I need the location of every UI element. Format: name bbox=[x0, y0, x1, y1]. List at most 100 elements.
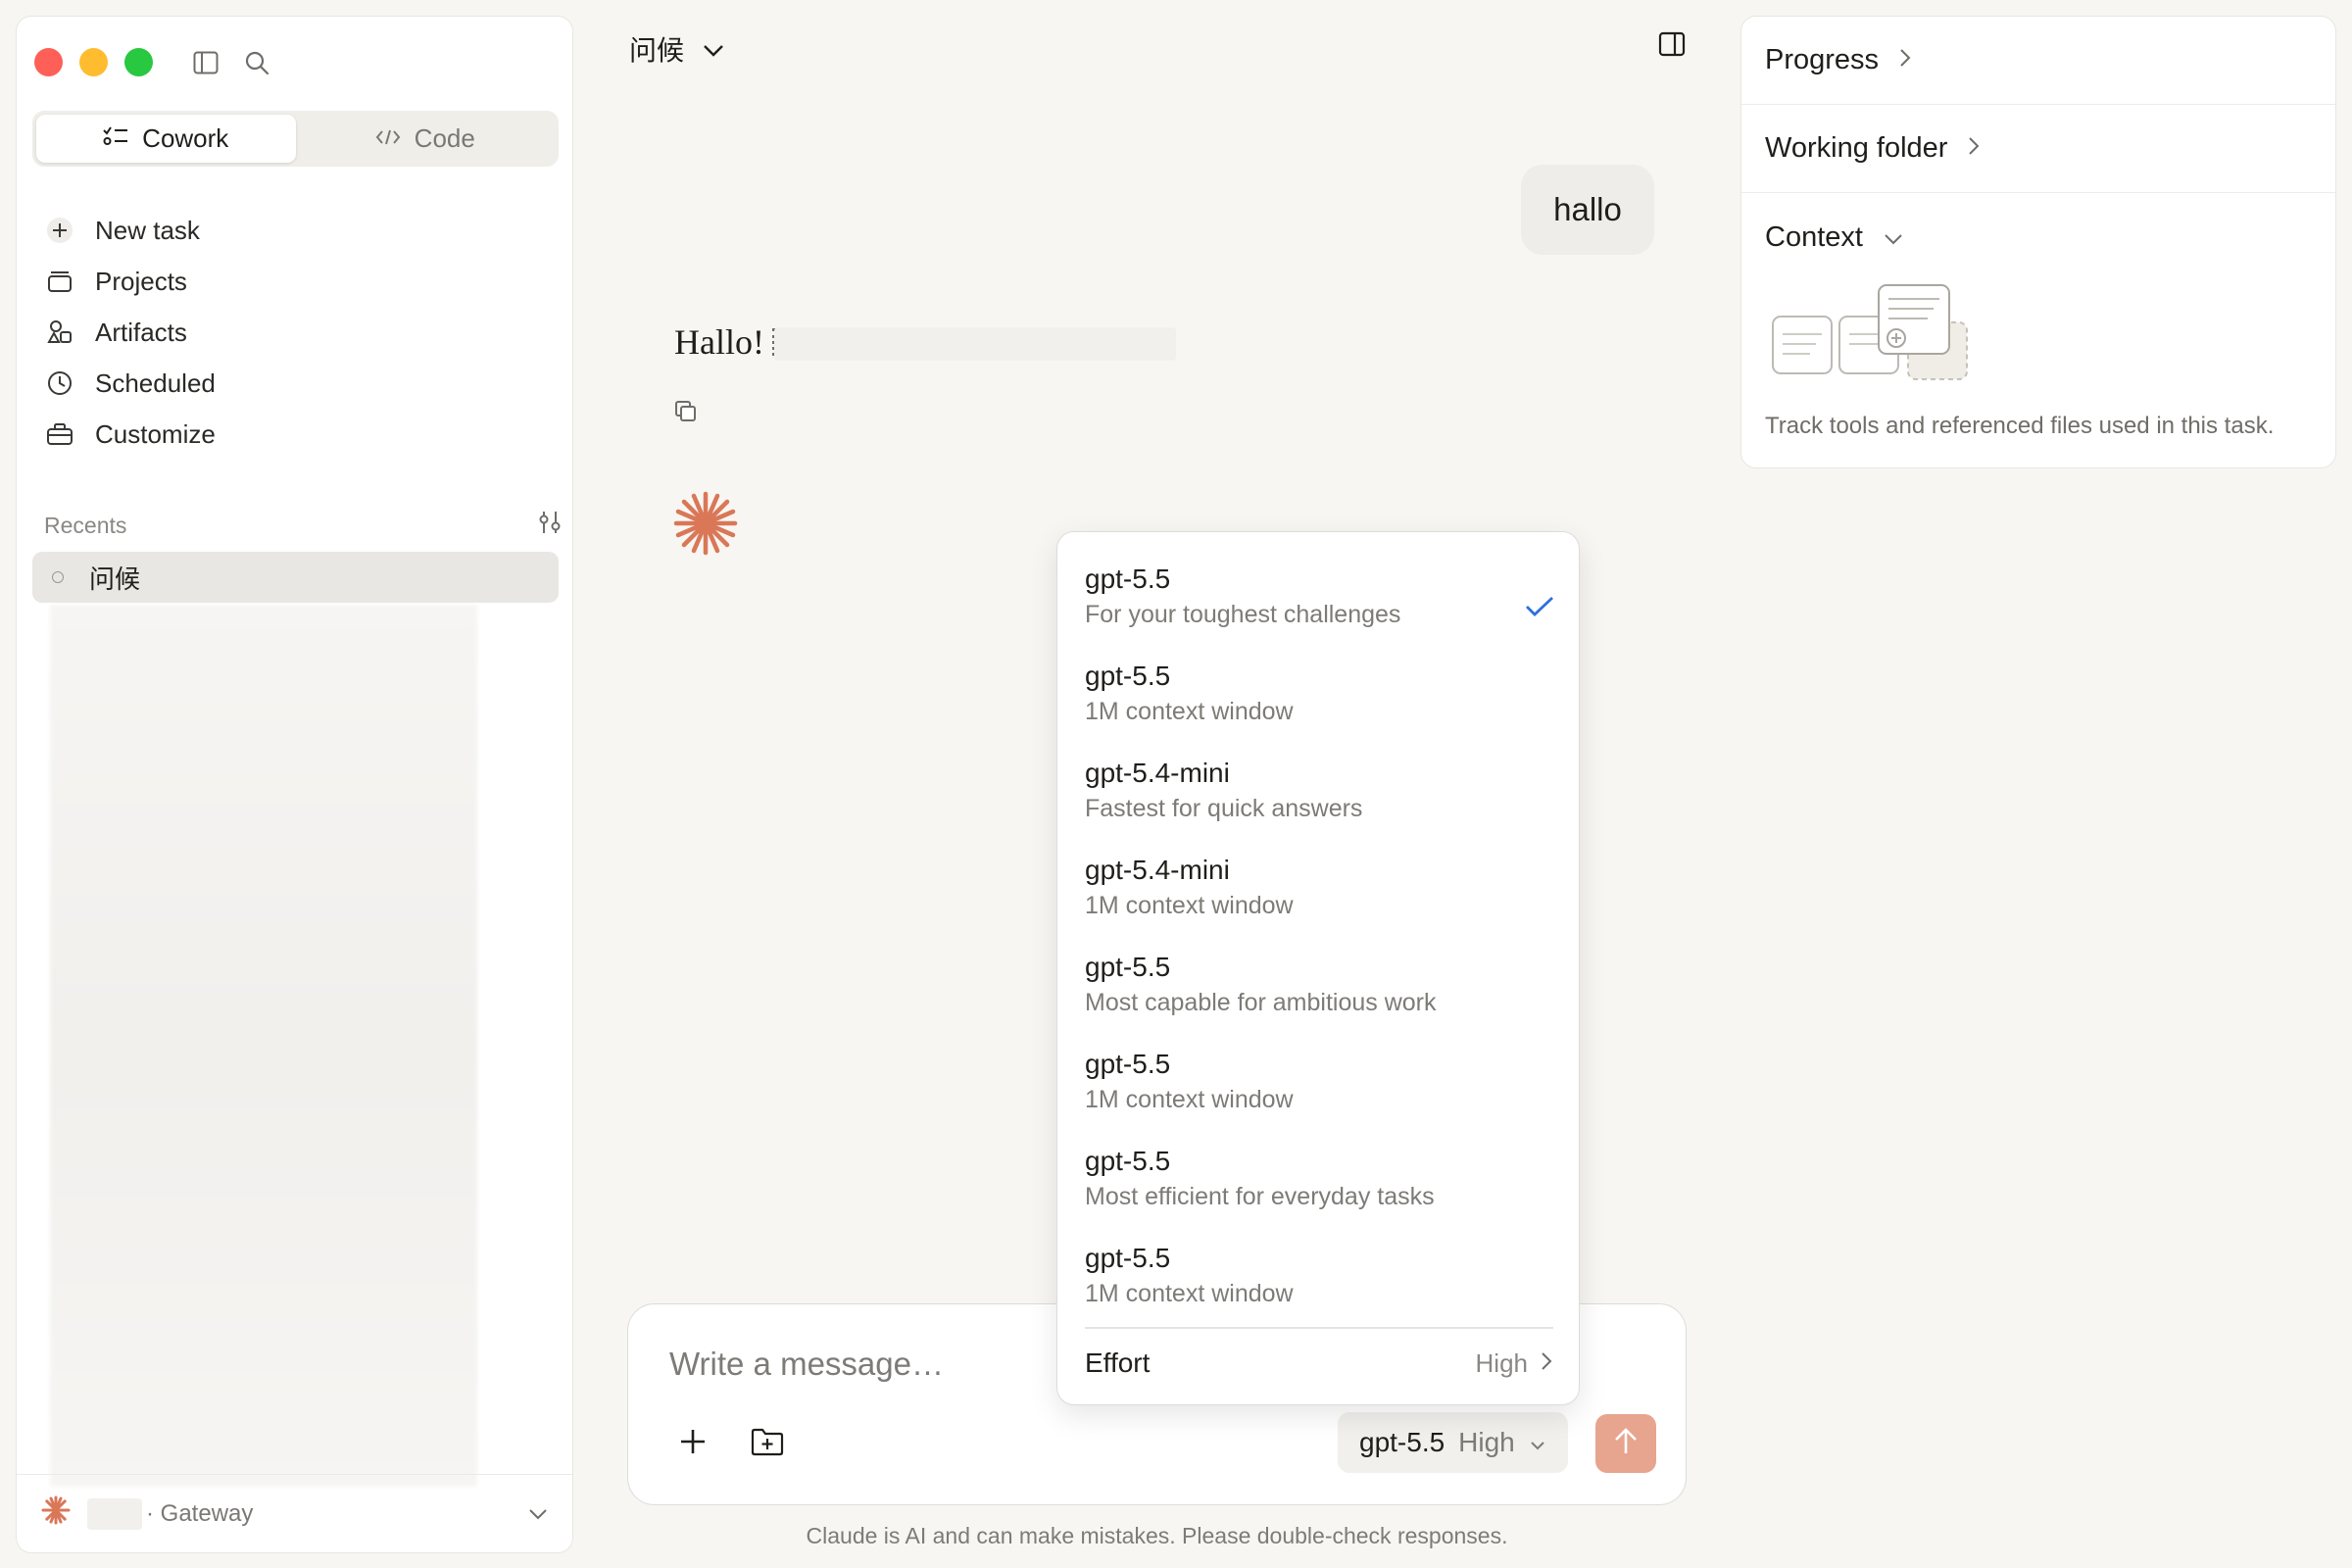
sidebar-item-projects[interactable]: Projects bbox=[44, 256, 564, 307]
tab-label: Cowork bbox=[142, 123, 229, 153]
recent-item[interactable]: 问候 bbox=[32, 552, 559, 603]
send-button[interactable] bbox=[1595, 1414, 1656, 1473]
model-option-desc: Most capable for ambitious work bbox=[1085, 989, 1437, 1016]
redacted-stream bbox=[774, 327, 1176, 361]
assistant-message-text: Hallo! bbox=[674, 322, 764, 362]
arrow-up-icon bbox=[1613, 1427, 1639, 1461]
chevron-down-icon bbox=[1529, 1427, 1546, 1458]
chevron-down-icon[interactable] bbox=[527, 1500, 549, 1528]
model-list: gpt-5.5 For your toughest challenges gpt… bbox=[1057, 556, 1579, 1332]
code-icon bbox=[375, 123, 401, 154]
model-option[interactable]: gpt-5.5 1M context window bbox=[1057, 1041, 1579, 1138]
composer-tools bbox=[673, 1422, 787, 1461]
sidebar-item-label: New task bbox=[95, 215, 200, 245]
user-message-text: hallo bbox=[1553, 191, 1622, 227]
effort-label: Effort bbox=[1085, 1348, 1151, 1378]
progress-section-toggle[interactable]: Progress bbox=[1741, 17, 2335, 105]
chevron-right-icon bbox=[1967, 132, 1981, 165]
sidebar-item-new-task[interactable]: New task bbox=[44, 205, 564, 256]
model-option-name: gpt-5.5 bbox=[1085, 1243, 1171, 1273]
account-footer[interactable]: · Gateway bbox=[17, 1474, 572, 1552]
selected-model-label: gpt-5.5 bbox=[1359, 1427, 1446, 1457]
context-illustration bbox=[1771, 281, 1971, 394]
search-icon[interactable] bbox=[242, 48, 271, 77]
model-option-desc: 1M context window bbox=[1085, 892, 1294, 919]
model-option-name: gpt-5.5 bbox=[1085, 1146, 1171, 1176]
model-option-name: gpt-5.4-mini bbox=[1085, 855, 1230, 885]
selected-effort-label: High bbox=[1458, 1427, 1515, 1457]
folder-add-icon[interactable] bbox=[748, 1422, 787, 1461]
sidebar-item-customize[interactable]: Customize bbox=[44, 409, 564, 460]
status-dot-icon bbox=[52, 571, 64, 583]
model-option-name: gpt-5.5 bbox=[1085, 1049, 1171, 1079]
model-option-desc: Most efficient for everyday tasks bbox=[1085, 1183, 1435, 1210]
model-option-desc: 1M context window bbox=[1085, 698, 1294, 725]
sidebar-item-label: Projects bbox=[95, 266, 187, 296]
redacted-recents bbox=[50, 605, 477, 1487]
context-section-toggle[interactable]: Context bbox=[1741, 193, 2335, 281]
model-option[interactable]: gpt-5.4-mini 1M context window bbox=[1057, 847, 1579, 944]
model-option-desc: 1M context window bbox=[1085, 1086, 1294, 1113]
model-option[interactable]: gpt-5.5 1M context window bbox=[1057, 653, 1579, 750]
sidebar-item-label: Scheduled bbox=[95, 368, 216, 398]
close-window-button[interactable] bbox=[34, 48, 63, 76]
model-option-desc: Fastest for quick answers bbox=[1085, 795, 1363, 822]
menu-divider bbox=[1085, 1327, 1553, 1329]
model-option-name: gpt-5.4-mini bbox=[1085, 758, 1230, 788]
sidebar-item-label: Customize bbox=[95, 418, 216, 449]
progress-label: Progress bbox=[1765, 44, 1880, 75]
chevron-down-icon bbox=[702, 33, 725, 66]
chevron-right-icon bbox=[1898, 44, 1912, 76]
chevron-right-icon bbox=[1540, 1348, 1553, 1379]
disclaimer-text: Claude is AI and can make mistakes. Plea… bbox=[806, 1523, 1508, 1548]
sidebar-item-scheduled[interactable]: Scheduled bbox=[44, 358, 564, 409]
message-placeholder: Write a message… bbox=[669, 1346, 944, 1382]
checklist-icon bbox=[103, 123, 128, 154]
model-option-desc: 1M context window bbox=[1085, 1280, 1294, 1307]
model-option-name: gpt-5.5 bbox=[1085, 564, 1171, 594]
plus-icon[interactable] bbox=[673, 1422, 712, 1461]
context-label: Context bbox=[1765, 220, 1863, 253]
copy-icon[interactable] bbox=[674, 400, 698, 428]
window-controls bbox=[34, 48, 153, 76]
model-selector-button[interactable]: gpt-5.5 High bbox=[1338, 1412, 1568, 1473]
tab-cowork[interactable]: Cowork bbox=[36, 115, 296, 163]
mode-switcher: Cowork Code bbox=[32, 111, 559, 167]
message-input[interactable]: Write a message… bbox=[669, 1346, 944, 1383]
sidebar-item-artifacts[interactable]: Artifacts bbox=[44, 307, 564, 358]
maximize-window-button[interactable] bbox=[124, 48, 153, 76]
model-option[interactable]: gpt-5.4-mini Fastest for quick answers bbox=[1057, 750, 1579, 847]
shapes-icon bbox=[44, 317, 75, 348]
working-folder-section-toggle[interactable]: Working folder bbox=[1741, 105, 2335, 193]
checkmark-icon bbox=[1524, 595, 1555, 623]
tab-label: Code bbox=[414, 123, 475, 153]
recents-label: Recents bbox=[44, 512, 127, 538]
model-option[interactable]: gpt-5.5 For your toughest challenges bbox=[1057, 556, 1579, 653]
right-panel-toggle-icon[interactable] bbox=[1658, 31, 1686, 62]
plus-icon bbox=[44, 215, 75, 246]
sidebar-toggle-icon[interactable] bbox=[191, 48, 220, 77]
model-option[interactable]: gpt-5.5 Most capable for ambitious work bbox=[1057, 944, 1579, 1041]
effort-menu-item[interactable]: Effort High bbox=[1085, 1342, 1553, 1385]
briefcase-icon bbox=[44, 418, 75, 450]
sidebar-item-label: Artifacts bbox=[95, 317, 187, 347]
recents-header: Recents bbox=[44, 509, 564, 542]
model-option[interactable]: gpt-5.5 Most efficient for everyday task… bbox=[1057, 1138, 1579, 1235]
sidebar-top-icons bbox=[191, 48, 271, 77]
sidebar-nav: New task Projects Artifacts Scheduled Cu… bbox=[44, 205, 564, 460]
assistant-message: Hallo! bbox=[674, 321, 776, 363]
claude-spark-icon bbox=[672, 490, 739, 562]
redacted-account-name bbox=[87, 1497, 142, 1530]
model-option[interactable]: gpt-5.5 1M context window bbox=[1057, 1235, 1579, 1332]
minimize-window-button[interactable] bbox=[79, 48, 108, 76]
filter-icon[interactable] bbox=[536, 509, 564, 542]
user-message-bubble: hallo bbox=[1521, 165, 1654, 255]
conversation-title-button[interactable]: 问候 bbox=[629, 29, 725, 69]
page-title: 问候 bbox=[629, 34, 685, 67]
model-option-name: gpt-5.5 bbox=[1085, 661, 1171, 691]
tab-code[interactable]: Code bbox=[296, 115, 556, 163]
right-panel: Progress Working folder Context Track to… bbox=[1740, 16, 2336, 468]
clock-icon bbox=[44, 368, 75, 399]
model-menu: gpt-5.5 For your toughest challenges gpt… bbox=[1056, 531, 1580, 1405]
account-label: · Gateway bbox=[146, 1499, 254, 1527]
